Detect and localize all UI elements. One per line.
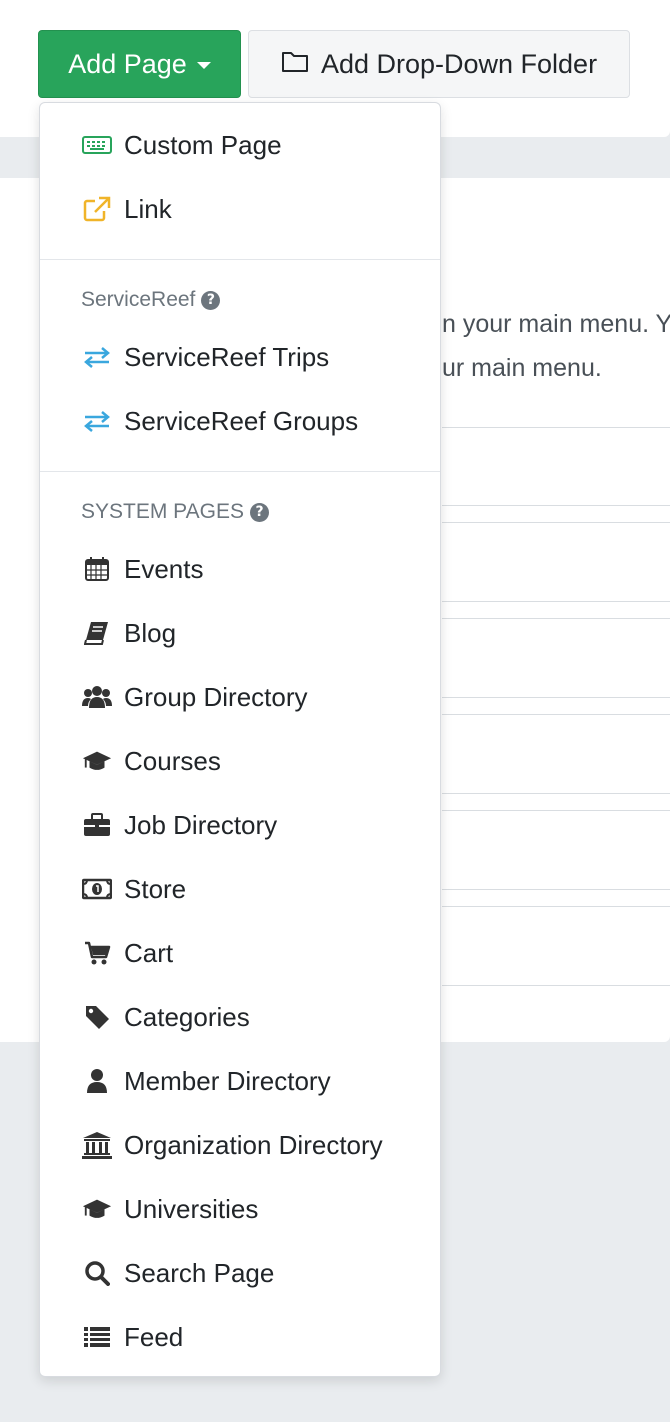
menu-item-group-directory[interactable]: Group Directory <box>40 669 440 725</box>
add-page-label: Add Page <box>68 48 187 79</box>
menu-item-cart[interactable]: Cart <box>40 925 440 981</box>
background-text-line-2: ur main menu. <box>442 354 602 382</box>
menu-item-label: Search Page <box>124 1257 275 1288</box>
cart-icon <box>82 938 112 968</box>
section-header-label: ServiceReef <box>81 288 196 311</box>
graduation-cap-icon <box>82 746 112 776</box>
exchange-icon <box>82 342 112 372</box>
menu-item-categories[interactable]: Categories <box>40 989 440 1045</box>
add-page-button[interactable]: Add Page <box>38 30 241 98</box>
menu-item-servicereef-groups[interactable]: ServiceReef Groups <box>40 393 440 449</box>
menu-item-organization-directory[interactable]: Organization Directory <box>40 1117 440 1173</box>
user-icon <box>82 1066 112 1096</box>
section-header-label: SYSTEM PAGES <box>81 500 244 523</box>
external-link-icon <box>82 194 112 224</box>
menu-item-label: Member Directory <box>124 1065 331 1096</box>
table-row-divider <box>442 697 670 698</box>
table-row-divider <box>442 906 670 907</box>
table-row-divider <box>442 810 670 811</box>
question-circle-icon[interactable]: ? <box>250 502 269 522</box>
menu-item-member-directory[interactable]: Member Directory <box>40 1053 440 1109</box>
menu-item-label: Universities <box>124 1193 259 1224</box>
menu-item-universities[interactable]: Universities <box>40 1181 440 1237</box>
folder-icon <box>281 49 309 80</box>
menu-divider <box>40 471 440 472</box>
table-row-divider <box>442 985 670 986</box>
table-row-divider <box>442 505 670 506</box>
caret-down-icon <box>196 62 211 69</box>
briefcase-icon <box>82 810 112 840</box>
menu-item-label: Blog <box>124 617 177 648</box>
table-row-divider <box>442 427 670 428</box>
menu-item-label: Link <box>124 193 172 224</box>
menu-item-store[interactable]: Store <box>40 861 440 917</box>
table-row-divider <box>442 618 670 619</box>
menu-item-job-directory[interactable]: Job Directory <box>40 797 440 853</box>
table-row-divider <box>442 889 670 890</box>
menu-item-label: Store <box>124 873 187 904</box>
search-icon <box>82 1258 112 1288</box>
menu-item-search-page[interactable]: Search Page <box>40 1245 440 1301</box>
menu-item-blog[interactable]: Blog <box>40 605 440 661</box>
menu-item-label: Custom Page <box>124 129 282 160</box>
system-pages-section-header: SYSTEM PAGES ? <box>81 500 269 524</box>
menu-item-label: Cart <box>124 937 174 968</box>
menu-item-label: ServiceReef Trips <box>124 341 330 372</box>
menu-item-courses[interactable]: Courses <box>40 733 440 789</box>
menu-item-label: Group Directory <box>124 681 308 712</box>
graduation-cap-icon <box>82 1194 112 1224</box>
menu-item-label: Feed <box>124 1321 184 1352</box>
menu-item-label: Job Directory <box>124 809 278 840</box>
menu-item-label: Categories <box>124 1001 250 1032</box>
exchange-icon <box>82 406 112 436</box>
money-icon <box>82 874 112 904</box>
book-icon <box>82 618 112 648</box>
menu-item-label: ServiceReef Groups <box>124 405 359 436</box>
tag-icon <box>82 1002 112 1032</box>
calendar-icon <box>82 554 112 584</box>
menu-item-label: Organization Directory <box>124 1129 383 1160</box>
question-circle-icon[interactable]: ? <box>201 290 221 310</box>
institution-icon <box>82 1130 112 1160</box>
menu-item-label: Courses <box>124 745 221 776</box>
add-page-dropdown-menu: Custom Page Link ServiceReef ? ServiceRe… <box>39 102 441 1377</box>
menu-item-feed[interactable]: Feed <box>40 1309 440 1365</box>
users-icon <box>82 682 112 712</box>
menu-item-custom-page[interactable]: Custom Page <box>40 117 440 173</box>
add-folder-label: Add Drop-Down Folder <box>320 48 598 79</box>
list-icon <box>82 1322 112 1352</box>
background-text-line-1: n your main menu. Y <box>442 310 670 338</box>
add-drop-down-folder-button[interactable]: Add Drop-Down Folder <box>248 30 630 98</box>
menu-item-link[interactable]: Link <box>40 181 440 237</box>
keyboard-icon <box>82 130 112 160</box>
table-row-divider <box>442 601 670 602</box>
servicereef-section-header: ServiceReef ? <box>81 288 221 312</box>
menu-divider <box>40 259 440 260</box>
table-row-divider <box>442 793 670 794</box>
table-row-divider <box>442 522 670 523</box>
menu-item-events[interactable]: Events <box>40 541 440 597</box>
menu-item-servicereef-trips[interactable]: ServiceReef Trips <box>40 329 440 385</box>
menu-item-label: Events <box>124 553 204 584</box>
table-row-divider <box>442 714 670 715</box>
